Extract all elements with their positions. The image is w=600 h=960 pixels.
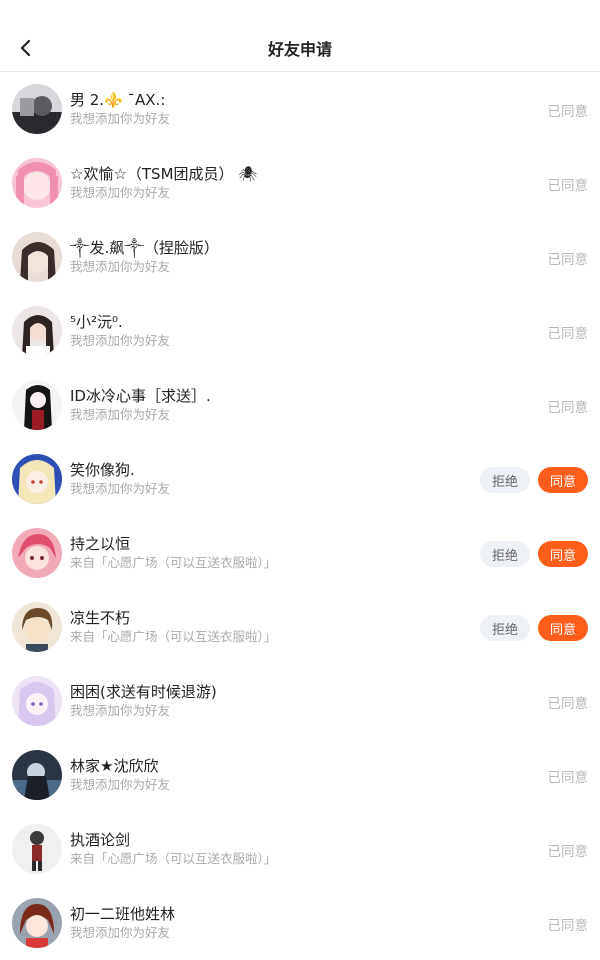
- requester-name: 林家★沈欣欣: [70, 757, 159, 775]
- list-item[interactable]: ☆欢愉☆（TSM团成员） 🕷 我想添加你为好友 已同意: [0, 146, 600, 220]
- requester-name: 男 2.⚜️ ¯AX.:: [70, 91, 166, 109]
- accept-button[interactable]: 同意: [538, 541, 588, 567]
- request-message: 我想添加你为好友: [70, 481, 171, 496]
- avatar[interactable]: [12, 84, 62, 134]
- top-bar: 好友申请: [0, 24, 600, 72]
- request-message: 来自「心愿广场（可以互送衣服啦）」: [70, 629, 277, 644]
- list-item[interactable]: 凉生不朽 来自「心愿广场（可以互送衣服啦）」 拒绝 同意: [0, 590, 600, 664]
- request-message: 来自「心愿广场（可以互送衣服啦）」: [70, 555, 277, 570]
- list-item[interactable]: ⁵小²沅⁰. 我想添加你为好友 已同意: [0, 294, 600, 368]
- reject-button[interactable]: 拒绝: [480, 467, 530, 493]
- avatar[interactable]: [12, 306, 62, 356]
- request-message: 我想添加你为好友: [70, 703, 171, 718]
- reject-button[interactable]: 拒绝: [480, 615, 530, 641]
- list-item[interactable]: 持之以恒 来自「心愿广场（可以互送衣服啦）」 拒绝 同意: [0, 516, 600, 590]
- request-message: 我想添加你为好友: [70, 333, 171, 348]
- avatar[interactable]: [12, 602, 62, 652]
- status-agreed: 已同意: [547, 696, 589, 712]
- list-item[interactable]: 初一二班他姓林 我想添加你为好友 已同意: [0, 886, 600, 960]
- requester-name: 凉生不朽: [70, 609, 131, 627]
- request-message: 来自「心愿广场（可以互送衣服啦）」: [70, 851, 277, 866]
- request-message: 我想添加你为好友: [70, 777, 171, 792]
- avatar[interactable]: [12, 528, 62, 578]
- requester-name: ☆欢愉☆（TSM团成员） 🕷: [70, 165, 258, 183]
- requester-name: 困困(求送有时候退游): [70, 683, 217, 701]
- avatar[interactable]: [12, 158, 62, 208]
- requester-name: ༒发.飙༒（捏脸版）: [70, 239, 219, 257]
- avatar[interactable]: [12, 232, 62, 282]
- list-item[interactable]: ༒发.飙༒（捏脸版） 我想添加你为好友 已同意: [0, 220, 600, 294]
- accept-button[interactable]: 同意: [538, 467, 588, 493]
- accept-button[interactable]: 同意: [538, 615, 588, 641]
- requester-name: 持之以恒: [70, 535, 131, 553]
- avatar[interactable]: [12, 898, 62, 948]
- list-item[interactable]: 困困(求送有时候退游) 我想添加你为好友 已同意: [0, 664, 600, 738]
- status-agreed: 已同意: [547, 104, 589, 120]
- status-agreed: 已同意: [547, 844, 589, 860]
- status-agreed: 已同意: [547, 326, 589, 342]
- avatar[interactable]: [12, 750, 62, 800]
- requester-name: 初一二班他姓林: [70, 905, 176, 923]
- list-item[interactable]: 林家★沈欣欣 我想添加你为好友 已同意: [0, 738, 600, 812]
- avatar[interactable]: [12, 824, 62, 874]
- status-agreed: 已同意: [547, 770, 589, 786]
- list-item[interactable]: 男 2.⚜️ ¯AX.: 我想添加你为好友 已同意: [0, 72, 600, 146]
- avatar[interactable]: [12, 676, 62, 726]
- chevron-left-icon: [20, 39, 31, 57]
- requester-name: 笑你像狗.: [70, 461, 135, 479]
- avatar[interactable]: [12, 454, 62, 504]
- friend-request-list: 男 2.⚜️ ¯AX.: 我想添加你为好友 已同意 ☆欢愉☆（TSM团成员） 🕷…: [0, 72, 600, 960]
- request-message: 我想添加你为好友: [70, 407, 171, 422]
- request-message: 我想添加你为好友: [70, 185, 171, 200]
- status-bar: [0, 0, 600, 24]
- reject-button[interactable]: 拒绝: [480, 541, 530, 567]
- status-agreed: 已同意: [547, 252, 589, 268]
- request-message: 我想添加你为好友: [70, 925, 171, 940]
- requester-name: 执酒论剑: [70, 831, 131, 849]
- request-message: 我想添加你为好友: [70, 111, 171, 126]
- request-message: 我想添加你为好友: [70, 259, 171, 274]
- status-agreed: 已同意: [547, 178, 589, 194]
- back-button[interactable]: [10, 32, 42, 64]
- requester-name: ID冰冷心事［求送］.: [70, 387, 211, 405]
- status-agreed: 已同意: [547, 400, 589, 416]
- status-agreed: 已同意: [547, 918, 589, 934]
- list-item[interactable]: ID冰冷心事［求送］. 我想添加你为好友 已同意: [0, 368, 600, 442]
- list-item[interactable]: 笑你像狗. 我想添加你为好友 拒绝 同意: [0, 442, 600, 516]
- page-title: 好友申请: [267, 39, 332, 59]
- avatar[interactable]: [12, 380, 62, 430]
- requester-name: ⁵小²沅⁰.: [70, 313, 123, 331]
- list-item[interactable]: 执酒论剑 来自「心愿广场（可以互送衣服啦）」 已同意: [0, 812, 600, 886]
